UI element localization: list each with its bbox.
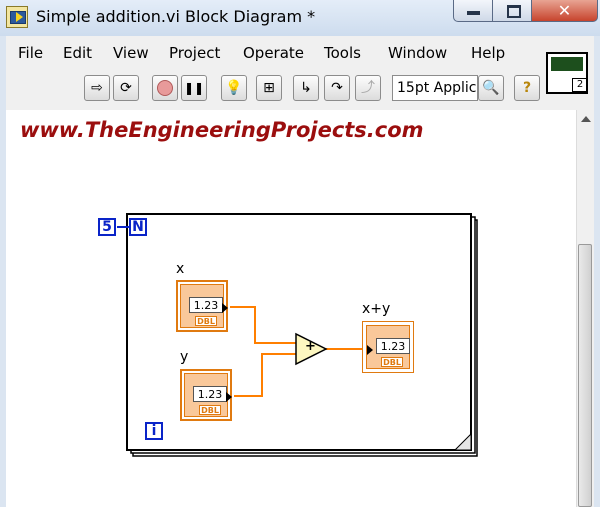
loop-count-terminal[interactable]: N: [129, 218, 147, 236]
control-y-body: 1.23 DBL: [184, 373, 228, 417]
control-y-value: 1.23: [193, 386, 227, 402]
control-x-value: 1.23: [189, 297, 223, 313]
loop-count-constant[interactable]: 5: [98, 218, 116, 236]
control-y-output-arrow-icon: [226, 392, 232, 402]
control-y-label[interactable]: y: [180, 349, 188, 365]
control-y-terminal[interactable]: 1.23 DBL: [180, 369, 232, 421]
control-x-output-arrow-icon: [222, 303, 228, 313]
loop-iteration-terminal[interactable]: i: [145, 422, 163, 440]
indicator-sum-input-arrow-icon: [367, 345, 373, 355]
indicator-sum-terminal[interactable]: 1.23 DBL: [362, 321, 414, 373]
control-y-type: DBL: [199, 405, 221, 415]
control-x-label[interactable]: x: [176, 261, 184, 277]
for-loop-frame: [126, 213, 472, 451]
indicator-sum-value: 1.23: [376, 338, 410, 354]
indicator-sum-label[interactable]: x+y: [362, 301, 390, 317]
indicator-sum-type: DBL: [381, 357, 403, 367]
diagram-graphics: [117, 213, 478, 457]
control-x-terminal[interactable]: 1.23 DBL: [176, 280, 228, 332]
add-node-symbol: +: [305, 339, 316, 354]
control-x-body: 1.23 DBL: [180, 284, 224, 328]
control-x-type: DBL: [195, 316, 217, 326]
